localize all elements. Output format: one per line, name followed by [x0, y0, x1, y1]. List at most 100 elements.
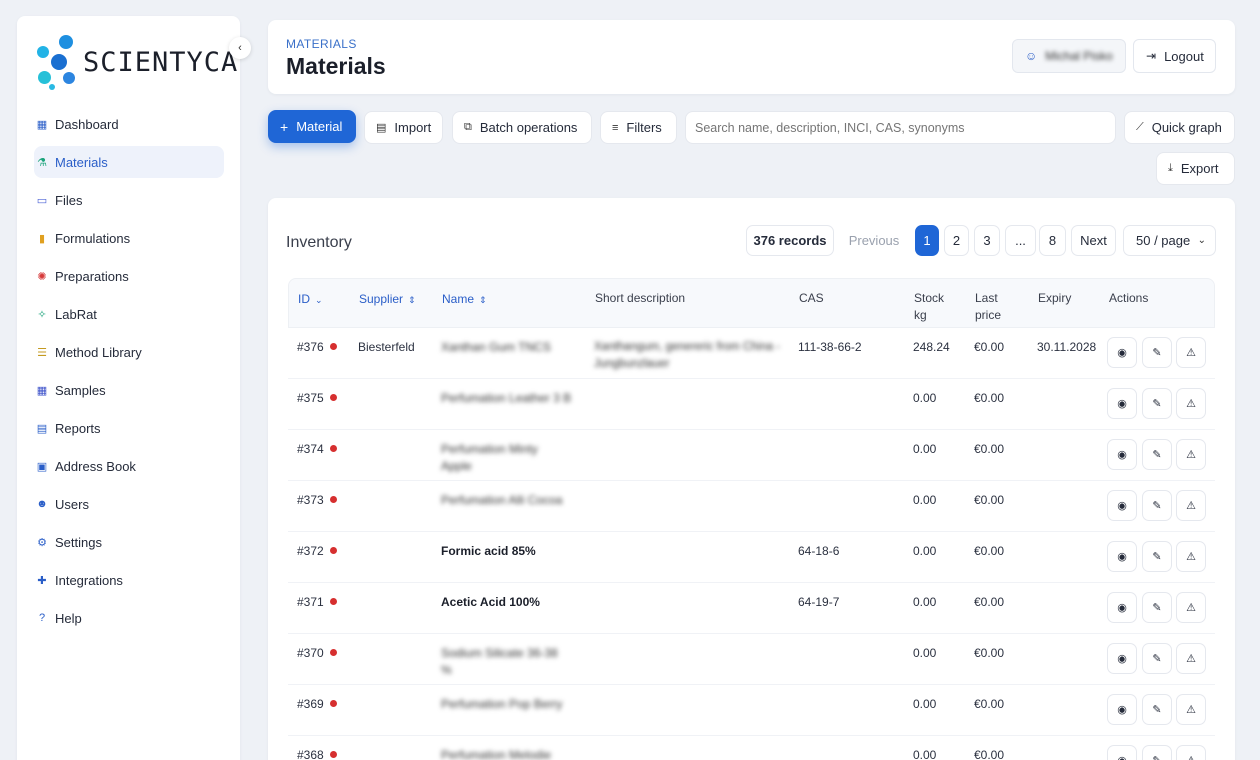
column-name-header[interactable]: Name ⇕	[442, 291, 487, 309]
column-id-header[interactable]: ID ⌄	[298, 291, 323, 309]
view-button[interactable]: ◉	[1107, 541, 1137, 572]
sidebar-item-samples[interactable]: ▦ Samples	[34, 374, 224, 406]
page-button-2[interactable]: 2	[944, 225, 969, 256]
warning-button[interactable]: ⚠	[1176, 694, 1206, 725]
view-button[interactable]: ◉	[1107, 694, 1137, 725]
collapse-sidebar-button[interactable]: ‹	[229, 37, 251, 59]
warning-button[interactable]: ⚠	[1176, 388, 1206, 419]
table-row[interactable]: #372 Formic acid 85% 64-18-6 0.00 €0.00 ◉ ✎ ⚠	[288, 532, 1215, 583]
pencil-icon: ✎	[1152, 500, 1162, 512]
add-material-label: Material	[296, 119, 343, 134]
breadcrumb[interactable]: MATERIALS	[286, 37, 357, 51]
batch-operations-button[interactable]: ⧉ Batch operations	[452, 111, 592, 144]
import-button[interactable]: ▤ Import	[364, 111, 443, 144]
sidebar-item-reports[interactable]: ▤ Reports	[34, 412, 224, 444]
sidebar-item-label: Files	[55, 192, 83, 208]
table-row[interactable]: #374 Perfumation Minty Apple 0.00 €0.00 ◉ ✎ ⚠	[288, 430, 1215, 481]
material-name[interactable]: Sodium Silicate 36-38%	[441, 645, 558, 679]
table-row[interactable]: #376 Biesterfeld Xanthan Gum TNCS Xanthangu…	[288, 328, 1215, 379]
sidebar-item-method-library[interactable]: ☰ Method Library	[34, 336, 224, 368]
column-supplier-header[interactable]: Supplier ⇕	[359, 291, 416, 309]
next-page-button[interactable]: Next	[1071, 225, 1116, 256]
warning-button[interactable]: ⚠	[1176, 745, 1206, 760]
warning-button[interactable]: ⚠	[1176, 541, 1206, 572]
sidebar-item-address-book[interactable]: ▣ Address Book	[34, 450, 224, 482]
add-material-button[interactable]: + Material	[268, 110, 356, 143]
import-label: Import	[394, 120, 432, 135]
page-button-1[interactable]: 1	[915, 225, 939, 256]
material-name[interactable]: Perfumation Melodie	[441, 747, 551, 760]
quick-graph-label: Quick graph	[1151, 120, 1222, 135]
view-button[interactable]: ◉	[1107, 439, 1137, 470]
table-row[interactable]: #368 Perfumation Melodie 0.00 €0.00 ◉ ✎ ⚠	[288, 736, 1215, 760]
material-name[interactable]: Xanthan Gum TNCS	[441, 339, 551, 356]
chevron-down-icon: ⌄	[1197, 235, 1206, 246]
sidebar-item-users[interactable]: ☻ Users	[34, 488, 224, 520]
view-button[interactable]: ◉	[1107, 337, 1137, 368]
column-expiry-header: Expiry	[1038, 291, 1072, 305]
edit-button[interactable]: ✎	[1142, 541, 1172, 572]
expiry-cell: 30.11.2028	[1037, 340, 1097, 354]
table-row[interactable]: #371 Acetic Acid 100% 64-19-7 0.00 €0.00 ◉ ✎ ⚠	[288, 583, 1215, 634]
material-name[interactable]: Perfumation Alli Cocoa	[441, 492, 562, 509]
sidebar-item-help[interactable]: ? Help	[34, 602, 224, 634]
warning-button[interactable]: ⚠	[1176, 337, 1206, 368]
sidebar-item-settings[interactable]: ⚙ Settings	[34, 526, 224, 558]
sidebar-item-formulations[interactable]: ▮ Formulations	[34, 222, 224, 254]
eye-icon: ◉	[1117, 704, 1127, 716]
filters-label: Filters	[626, 120, 662, 135]
warning-button[interactable]: ⚠	[1176, 592, 1206, 623]
sidebar-item-integrations[interactable]: ✚ Integrations	[34, 564, 224, 596]
material-name[interactable]: Perfumation Pop Berry	[441, 696, 562, 713]
edit-button[interactable]: ✎	[1142, 592, 1172, 623]
export-button[interactable]: ⤓ Export	[1156, 152, 1235, 185]
material-name[interactable]: Formic acid 85%	[441, 543, 536, 560]
quick-graph-button[interactable]: ⟋ Quick graph	[1124, 111, 1235, 144]
view-button[interactable]: ◉	[1107, 490, 1137, 521]
sidebar-item-label: Materials	[55, 154, 108, 170]
edit-button[interactable]: ✎	[1142, 337, 1172, 368]
sidebar-item-dashboard[interactable]: ▦ Dashboard	[34, 108, 224, 140]
previous-page-button[interactable]: Previous	[842, 225, 906, 256]
edit-button[interactable]: ✎	[1142, 439, 1172, 470]
user-menu-button[interactable]: ☺ Michal Pisko	[1012, 39, 1126, 73]
cas-cell: 111-38-66-2	[798, 340, 862, 354]
view-button[interactable]: ◉	[1107, 592, 1137, 623]
material-name[interactable]: Perfumation Leather 3 B	[441, 390, 571, 407]
edit-button[interactable]: ✎	[1142, 745, 1172, 760]
warning-button[interactable]: ⚠	[1176, 439, 1206, 470]
material-name[interactable]: Acetic Acid 100%	[441, 594, 540, 611]
edit-button[interactable]: ✎	[1142, 643, 1172, 674]
sidebar-item-labrat[interactable]: ✧ LabRat	[34, 298, 224, 330]
table-row[interactable]: #369 Perfumation Pop Berry 0.00 €0.00 ◉ ✎ ⚠	[288, 685, 1215, 736]
material-name[interactable]: Perfumation Minty Apple	[441, 441, 538, 475]
sidebar-item-preparations[interactable]: ✺ Preparations	[34, 260, 224, 292]
view-button[interactable]: ◉	[1107, 388, 1137, 419]
warning-button[interactable]: ⚠	[1176, 643, 1206, 674]
sidebar-item-materials[interactable]: ⚗ Materials	[34, 146, 224, 178]
status-dot	[329, 700, 337, 707]
filters-button[interactable]: ≡ Filters	[600, 111, 677, 144]
table-row[interactable]: #375 Perfumation Leather 3 B 0.00 €0.00 ◉ ✎ ⚠	[288, 379, 1215, 430]
edit-button[interactable]: ✎	[1142, 694, 1172, 725]
sidebar-item-label: Samples	[55, 382, 106, 398]
page-ellipsis[interactable]: ...	[1005, 225, 1036, 256]
eye-icon: ◉	[1117, 653, 1127, 665]
logout-button[interactable]: ⇥ Logout	[1133, 39, 1216, 73]
page-button-8[interactable]: 8	[1039, 225, 1066, 256]
brand-logo[interactable]: SCIENTYCA	[35, 34, 238, 90]
page-size-select[interactable]: 50 / page ⌄	[1123, 225, 1216, 256]
search-input[interactable]	[685, 111, 1116, 144]
stock-cell: 0.00	[913, 748, 937, 760]
eye-icon: ◉	[1117, 347, 1127, 359]
sidebar-item-files[interactable]: ▭ Files	[34, 184, 224, 216]
edit-button[interactable]: ✎	[1142, 388, 1172, 419]
edit-button[interactable]: ✎	[1142, 490, 1172, 521]
view-button[interactable]: ◉	[1107, 745, 1137, 760]
table-row[interactable]: #370 Sodium Silicate 36-38% 0.00 €0.00 ◉ ✎ ⚠	[288, 634, 1215, 685]
warning-button[interactable]: ⚠	[1176, 490, 1206, 521]
table-row[interactable]: #373 Perfumation Alli Cocoa 0.00 €0.00 ◉ ✎ ⚠	[288, 481, 1215, 532]
page-button-3[interactable]: 3	[974, 225, 1000, 256]
price-cell: €0.00	[974, 442, 1005, 456]
view-button[interactable]: ◉	[1107, 643, 1137, 674]
